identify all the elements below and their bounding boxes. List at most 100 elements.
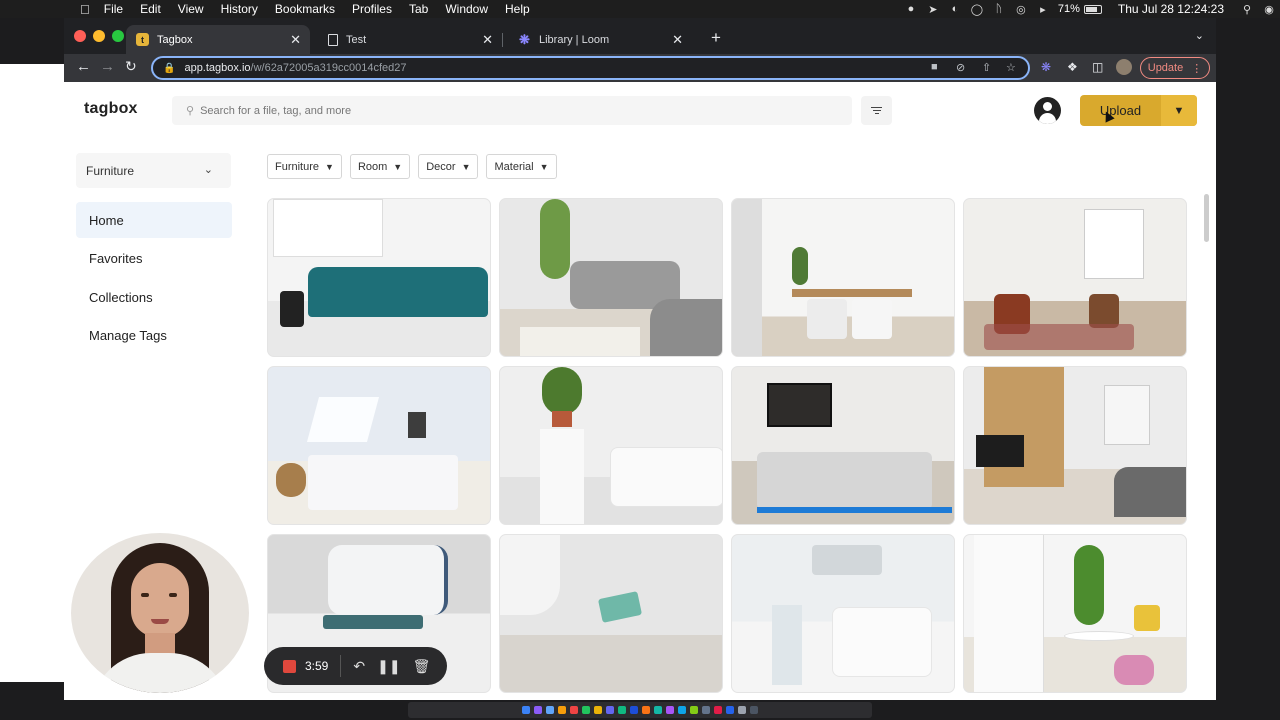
image-tile[interactable] xyxy=(731,534,955,693)
wifi-icon[interactable]: ◎ xyxy=(1010,3,1032,16)
siri-dock-icon[interactable] xyxy=(534,706,542,714)
menu-view[interactable]: View xyxy=(178,2,204,16)
app-dock-icon[interactable] xyxy=(726,706,734,714)
loom-extension-icon[interactable]: ❋ xyxy=(1041,60,1051,74)
close-window-button[interactable] xyxy=(74,30,86,42)
chrome-icon[interactable] xyxy=(594,706,602,714)
location-arrow-icon[interactable]: ➤ xyxy=(922,3,944,16)
tab-loom-library[interactable]: ❋ Library | Loom ✕ xyxy=(508,25,692,54)
image-tile[interactable] xyxy=(963,198,1187,357)
filter-chip-room[interactable]: Room ▼ xyxy=(349,154,411,179)
filter-icon xyxy=(871,105,882,116)
image-tile[interactable] xyxy=(499,534,723,693)
apple-menu-icon[interactable]:  xyxy=(80,2,90,17)
app-dock-icon[interactable] xyxy=(618,706,626,714)
close-tab-icon[interactable]: ✕ xyxy=(482,32,493,48)
tab-test[interactable]: Test ✕ xyxy=(318,25,503,54)
filter-chip-material[interactable]: Material ▼ xyxy=(486,154,557,179)
image-tile[interactable] xyxy=(963,534,1187,693)
image-tile[interactable] xyxy=(267,366,491,525)
share-icon[interactable]: ⇧ xyxy=(982,61,991,74)
minimize-window-button[interactable] xyxy=(93,30,105,42)
app-dock-icon[interactable] xyxy=(714,706,722,714)
page-scrollbar[interactable] xyxy=(1204,194,1209,242)
close-tab-icon[interactable]: ✕ xyxy=(290,32,301,48)
microphone-icon[interactable]: ● xyxy=(900,3,922,15)
eye-slash-icon[interactable]: ⊘ xyxy=(956,61,965,74)
app-dock-icon[interactable] xyxy=(582,706,590,714)
sidebar-item-manage-tags[interactable]: Manage Tags xyxy=(76,317,232,353)
workspace-selector[interactable]: Furniture ⌄ xyxy=(76,153,231,188)
filter-chip-decor[interactable]: Decor ▼ xyxy=(418,154,479,179)
upload-button[interactable]: Upload ▼ xyxy=(1080,95,1197,126)
spotlight-search-icon[interactable]: ⚲ xyxy=(1236,3,1258,16)
siri-icon[interactable]: ◉ xyxy=(1258,3,1280,16)
volume-icon[interactable]: ▸ xyxy=(1032,3,1054,16)
menu-edit[interactable]: Edit xyxy=(140,2,161,16)
extensions-puzzle-icon[interactable]: ❖ xyxy=(1067,60,1078,74)
menu-tab[interactable]: Tab xyxy=(409,2,428,16)
app-dock-icon[interactable] xyxy=(642,706,650,714)
new-tab-icon[interactable]: + xyxy=(711,28,721,48)
menu-clock[interactable]: Thu Jul 28 12:24:23 xyxy=(1118,2,1224,16)
image-tile[interactable] xyxy=(731,366,955,525)
app-dock-icon[interactable] xyxy=(558,706,566,714)
upload-dropdown-chevron-icon[interactable]: ▼ xyxy=(1161,95,1197,126)
app-dock-icon[interactable] xyxy=(678,706,686,714)
app-dock-icon[interactable] xyxy=(654,706,662,714)
address-bar[interactable]: 🔒 app.tagbox.io/w/62a72005a319cc0014cfed… xyxy=(151,56,1030,80)
bluetooth-icon[interactable]: ᚢ xyxy=(988,3,1010,15)
app-dock-icon[interactable] xyxy=(630,706,638,714)
menu-file[interactable]: File xyxy=(104,2,123,16)
battery-status[interactable]: 71% xyxy=(1058,3,1102,15)
pause-icon[interactable]: ❚❚ xyxy=(377,658,400,675)
more-menu-icon[interactable]: ⋮ xyxy=(1191,62,1202,75)
menu-help[interactable]: Help xyxy=(505,2,530,16)
sidebar-item-home[interactable]: Home xyxy=(76,202,232,238)
app-dock-icon[interactable] xyxy=(570,706,578,714)
profile-avatar[interactable] xyxy=(1116,59,1132,75)
side-panel-icon[interactable]: ◫ xyxy=(1092,60,1103,74)
finder-icon[interactable] xyxy=(522,706,530,714)
stop-recording-button[interactable] xyxy=(283,659,296,673)
filter-button[interactable] xyxy=(861,96,892,125)
search-input[interactable]: ⚲ Search for a file, tag, and more xyxy=(172,96,852,125)
activity-icon[interactable]: ◐ xyxy=(944,3,966,15)
tagbox-logo[interactable]: tagbox xyxy=(84,100,138,118)
trash-dock-icon[interactable] xyxy=(750,706,758,714)
update-button[interactable]: Update ⋮ xyxy=(1140,57,1210,79)
image-tile[interactable] xyxy=(963,366,1187,525)
menu-window[interactable]: Window xyxy=(445,2,488,16)
account-avatar-icon[interactable] xyxy=(1034,97,1061,124)
creative-cloud-icon[interactable]: ◯ xyxy=(966,3,988,16)
tab-tagbox[interactable]: t Tagbox ✕ xyxy=(126,25,310,54)
sidebar-item-collections[interactable]: Collections xyxy=(76,279,232,315)
back-icon[interactable]: ← xyxy=(76,58,91,75)
reload-icon[interactable]: ↻ xyxy=(125,58,137,75)
close-tab-icon[interactable]: ✕ xyxy=(672,32,683,48)
image-tile[interactable] xyxy=(499,198,723,357)
app-dock-icon[interactable] xyxy=(702,706,710,714)
forward-icon[interactable]: → xyxy=(100,58,115,75)
filter-chip-furniture[interactable]: Furniture ▼ xyxy=(267,154,342,179)
menu-bookmarks[interactable]: Bookmarks xyxy=(275,2,335,16)
safari-icon[interactable] xyxy=(546,706,554,714)
menu-profiles[interactable]: Profiles xyxy=(352,2,392,16)
lock-icon[interactable]: 🔒 xyxy=(163,63,175,74)
app-dock-icon[interactable] xyxy=(690,706,698,714)
tab-search-chevron-icon[interactable]: ⌄ xyxy=(1195,29,1204,42)
sidebar-item-favorites[interactable]: Favorites xyxy=(76,240,232,276)
loom-camera-bubble[interactable] xyxy=(71,533,249,693)
menu-history[interactable]: History xyxy=(221,2,258,16)
trash-icon[interactable]: 🗑 xyxy=(413,658,431,675)
undo-restart-icon[interactable]: ↶ xyxy=(353,658,365,675)
app-dock-icon[interactable] xyxy=(606,706,614,714)
image-tile[interactable] xyxy=(499,366,723,525)
image-tile[interactable] xyxy=(731,198,955,357)
image-tile[interactable] xyxy=(267,198,491,357)
camera-icon[interactable]: ■ xyxy=(931,61,938,73)
app-dock-icon[interactable] xyxy=(666,706,674,714)
app-dock-icon[interactable] xyxy=(738,706,746,714)
zoom-window-button[interactable] xyxy=(112,30,124,42)
bookmark-star-icon[interactable]: ☆ xyxy=(1006,61,1016,74)
